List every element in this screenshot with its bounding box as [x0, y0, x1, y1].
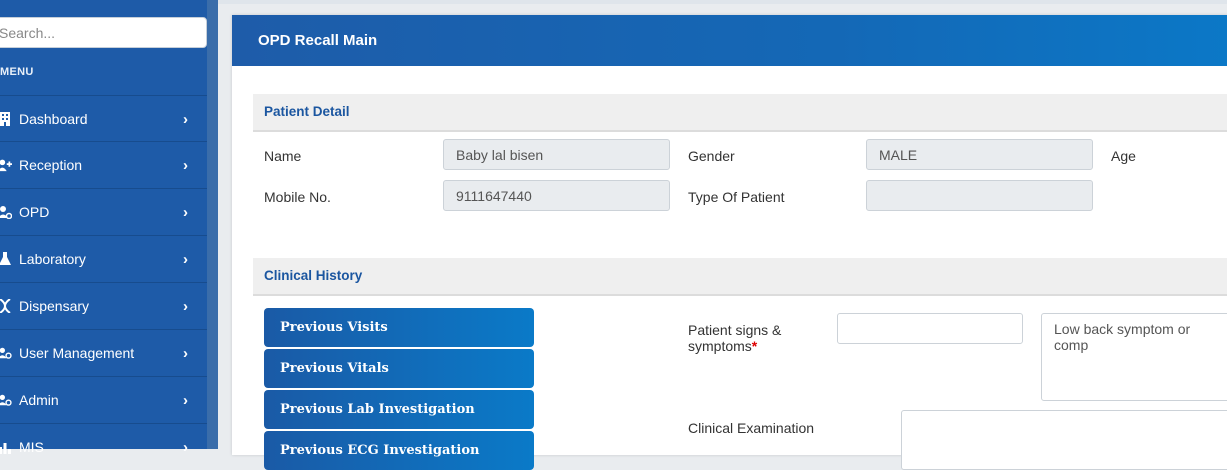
previous-lab-investigation-button[interactable]: Previous Lab Investigation [264, 390, 534, 429]
top-strip [218, 0, 1227, 4]
sidebar-item-admin[interactable]: Admin › [0, 376, 207, 423]
chevron-right-icon: › [183, 250, 188, 268]
clinical-history-header: Clinical History [253, 258, 1227, 296]
main-content: OPD Recall Main Patient Detail Name Gend… [218, 0, 1227, 470]
chevron-right-icon: › [183, 297, 188, 315]
chart-icon [0, 440, 12, 454]
previous-vitals-button[interactable]: Previous Vitals [264, 349, 534, 388]
sidebar: MENU Dashboard › Reception › OPD › Labor… [0, 0, 207, 456]
patient-signs-label-line2: symptoms [688, 338, 752, 354]
chevron-right-icon: › [183, 203, 188, 221]
search-input[interactable] [0, 17, 207, 48]
users-cog-icon [0, 346, 12, 360]
sidebar-item-dashboard[interactable]: Dashboard › [0, 95, 207, 142]
name-label: Name [264, 148, 302, 164]
sidebar-item-mis[interactable]: MIS › [0, 423, 207, 470]
sidebar-item-label: Dashboard [19, 111, 88, 127]
previous-visits-button[interactable]: Previous Visits [264, 308, 534, 347]
dna-icon [0, 299, 12, 313]
mobile-field[interactable] [443, 180, 670, 211]
chevron-right-icon: › [183, 438, 188, 456]
user-gear-icon [0, 205, 12, 219]
gender-label: Gender [688, 148, 735, 164]
user-cog-icon [0, 393, 12, 407]
patient-signs-label-line1: Patient signs & [688, 322, 782, 338]
sidebar-item-label: Admin [19, 392, 59, 408]
user-plus-icon [0, 158, 12, 172]
patient-signs-label: Patient signs & symptoms* [688, 322, 781, 354]
sidebar-item-opd[interactable]: OPD › [0, 188, 207, 235]
mobile-label: Mobile No. [264, 189, 331, 205]
sidebar-scrollbar[interactable] [207, 0, 218, 449]
chevron-right-icon: › [183, 391, 188, 409]
required-mark: * [751, 338, 758, 354]
sidebar-item-laboratory[interactable]: Laboratory › [0, 235, 207, 282]
gender-field[interactable] [866, 139, 1093, 170]
patient-detail-header: Patient Detail [253, 94, 1227, 132]
chevron-right-icon: › [183, 344, 188, 362]
type-of-patient-field[interactable] [866, 180, 1093, 211]
patient-signs-input[interactable] [837, 313, 1023, 344]
age-label: Age [1111, 148, 1136, 164]
patient-signs-textarea[interactable]: Low back symptom or comp [1041, 313, 1227, 401]
sidebar-item-label: User Management [19, 345, 135, 361]
panel-header: OPD Recall Main [232, 15, 1227, 66]
opd-recall-panel: OPD Recall Main Patient Detail Name Gend… [232, 15, 1227, 470]
menu-heading: MENU [0, 66, 34, 78]
building-icon [0, 112, 12, 126]
sidebar-item-label: MIS [19, 439, 44, 455]
section-title: Patient Detail [264, 104, 350, 119]
sidebar-item-label: Reception [19, 157, 83, 173]
clinical-examination-textarea[interactable] [901, 410, 1227, 470]
chevron-right-icon: › [183, 110, 188, 128]
type-of-patient-label: Type Of Patient [688, 189, 785, 205]
sidebar-item-dispensary[interactable]: Dispensary › [0, 282, 207, 329]
name-field[interactable] [443, 139, 670, 170]
section-title: Clinical History [264, 268, 363, 283]
sidebar-item-label: Dispensary [19, 298, 90, 314]
sidebar-item-reception[interactable]: Reception › [0, 141, 207, 188]
sidebar-item-label: OPD [19, 204, 50, 220]
sidebar-item-label: Laboratory [19, 251, 86, 267]
clinical-examination-label: Clinical Examination [688, 420, 815, 436]
flask-icon [0, 252, 12, 266]
previous-ecg-investigation-button[interactable]: Previous ECG Investigation [264, 431, 534, 470]
page-title: OPD Recall Main [258, 32, 378, 49]
chevron-right-icon: › [183, 156, 188, 174]
sidebar-item-user-management[interactable]: User Management › [0, 329, 207, 376]
